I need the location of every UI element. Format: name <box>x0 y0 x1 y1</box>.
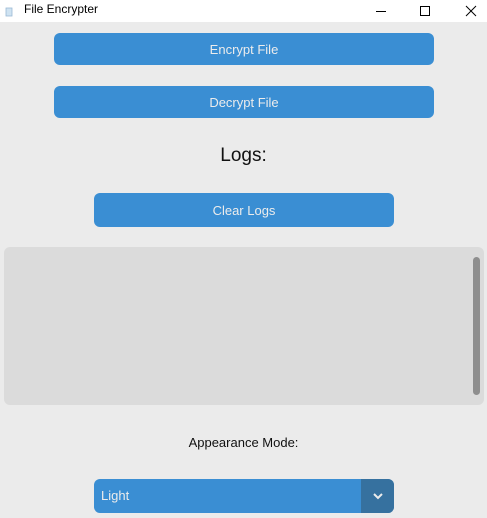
encrypt-file-button[interactable]: Encrypt File <box>54 33 434 65</box>
close-icon <box>465 5 477 17</box>
dropdown-arrow-button[interactable] <box>361 479 394 513</box>
clear-logs-label: Clear Logs <box>212 202 276 218</box>
close-button[interactable] <box>456 0 486 22</box>
window-title: File Encrypter <box>24 2 99 16</box>
chevron-down-icon <box>372 493 383 500</box>
minimize-button[interactable] <box>366 0 396 22</box>
decrypt-file-label: Decrypt File <box>209 94 279 110</box>
appearance-mode-dropdown[interactable]: Light <box>94 479 394 513</box>
app-icon <box>4 4 14 17</box>
minimize-icon <box>376 11 386 12</box>
maximize-icon <box>420 6 430 16</box>
clear-logs-button[interactable]: Clear Logs <box>94 193 394 227</box>
encrypt-file-label: Encrypt File <box>209 41 279 57</box>
appearance-mode-value: Light <box>101 488 130 503</box>
logs-heading: Logs: <box>220 145 267 166</box>
maximize-button[interactable] <box>410 0 440 22</box>
title-bar: File Encrypter <box>0 0 487 22</box>
appearance-mode-label: Appearance Mode: <box>188 435 299 450</box>
decrypt-file-button[interactable]: Decrypt File <box>54 86 434 118</box>
log-scrollbar[interactable] <box>473 257 480 395</box>
log-textbox[interactable] <box>4 247 484 405</box>
